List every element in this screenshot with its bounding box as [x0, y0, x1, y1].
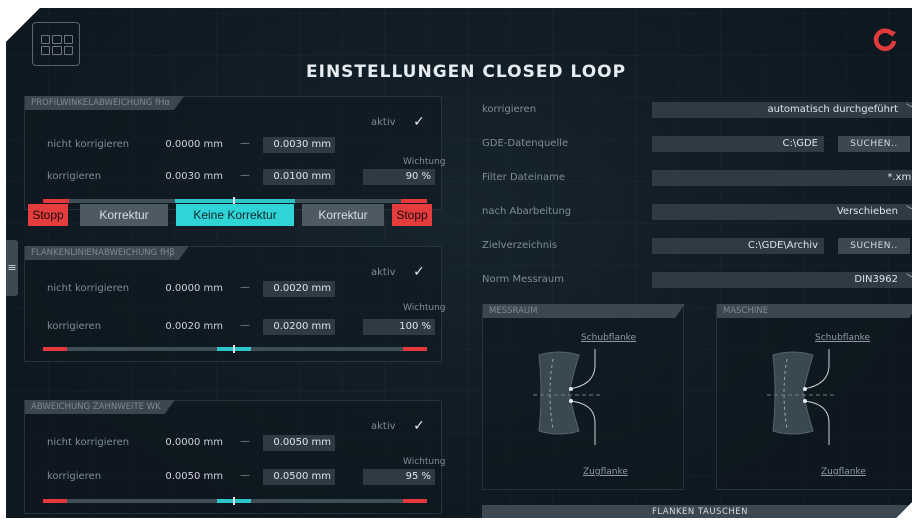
korrigieren-select[interactable]: automatisch durchgeführt ﹀: [652, 102, 912, 118]
range-to-input[interactable]: 0.0200 mm: [263, 319, 335, 335]
stopp-right-button[interactable]: Stopp: [392, 204, 432, 226]
row-label: korrigieren: [47, 321, 102, 332]
range-from: 0.0000 mm: [165, 283, 223, 294]
side-menu-tab[interactable]: ≡: [6, 240, 18, 296]
aktiv-checkbox[interactable]: ✓: [411, 418, 427, 434]
gde-source-input[interactable]: C:\GDE: [652, 136, 824, 152]
aktiv-label: aktiv: [371, 267, 396, 278]
range-dash: —: [240, 320, 250, 331]
aktiv-checkbox[interactable]: ✓: [411, 114, 427, 130]
range-to-input[interactable]: 0.0030 mm: [263, 137, 335, 153]
korrigieren-label: korrigieren: [482, 104, 537, 115]
weight-label: Wichtung: [403, 157, 446, 167]
maschine-panel: MASCHINE Schubflanke Zugflanke: [716, 304, 912, 490]
range-dash: —: [240, 470, 250, 481]
range-bar-ok: [175, 199, 295, 203]
aktiv-label: aktiv: [371, 117, 396, 128]
korrigieren-value: automatisch durchgeführt: [767, 104, 898, 115]
keine-korrektur-button[interactable]: Keine Korrektur: [176, 204, 294, 226]
range-dash: —: [240, 436, 250, 447]
range-to-input[interactable]: 0.0100 mm: [263, 169, 335, 185]
section-profilwinkel: PROFILWINKELABWEICHUNG fHα aktiv ✓ nicht…: [24, 96, 442, 210]
range-bar-center: [233, 497, 235, 505]
section-title: FLANKENLINIENABWEICHUNG fHβ: [25, 246, 189, 260]
brand-logo-icon: [872, 28, 898, 54]
range-dash: —: [240, 282, 250, 293]
norm-select[interactable]: DIN3962 ﹀: [652, 272, 912, 288]
menu-icon: ≡: [7, 261, 17, 274]
zugflanke-label: Zugflanke: [821, 467, 866, 477]
weight-input[interactable]: 90 %: [363, 169, 435, 185]
chevron-down-icon: ﹀: [906, 272, 912, 288]
row-label: korrigieren: [47, 471, 102, 482]
filter-input[interactable]: *.xml: [652, 170, 912, 186]
range-bar[interactable]: [43, 499, 427, 503]
weight-label: Wichtung: [403, 457, 446, 467]
row-label: nicht korrigieren: [47, 283, 130, 294]
range-to-input[interactable]: 0.0500 mm: [263, 469, 335, 485]
chevron-down-icon: ﹀: [906, 102, 912, 118]
section-zahnweite: ABWEICHUNG ZAHNWEITE WK aktiv ✓ nicht ko…: [24, 400, 442, 514]
post-processing-select[interactable]: Verschieben ﹀: [652, 204, 912, 220]
target-dir-search-button[interactable]: SUCHEN..: [838, 238, 910, 254]
norm-value: DIN3962: [854, 274, 898, 285]
range-bar[interactable]: [43, 199, 427, 203]
post-processing-label: nach Abarbeitung: [482, 206, 572, 217]
range-bar-center: [233, 345, 235, 353]
range-dash: —: [240, 138, 250, 149]
range-bar[interactable]: [43, 347, 427, 351]
weight-input[interactable]: 100 %: [363, 319, 435, 335]
range-from: 0.0000 mm: [165, 437, 223, 448]
aktiv-label: aktiv: [371, 421, 396, 432]
post-processing-value: Verschieben: [836, 206, 898, 217]
gear-tooth-diagram: [717, 305, 912, 491]
target-dir-input[interactable]: C:\GDE\Archiv: [652, 238, 824, 254]
gde-search-button[interactable]: SUCHEN..: [838, 136, 910, 152]
range-to-input[interactable]: 0.0050 mm: [263, 435, 335, 451]
range-bar-stop-left: [43, 347, 67, 351]
range-from: 0.0000 mm: [165, 139, 223, 150]
range-from: 0.0050 mm: [165, 471, 223, 482]
range-bar-stop-left: [43, 199, 69, 203]
section-flankenlinien: FLANKENLINIENABWEICHUNG fHβ aktiv ✓ nich…: [24, 246, 442, 362]
range-from: 0.0020 mm: [165, 321, 223, 332]
gde-source-label: GDE-Datenquelle: [482, 138, 569, 149]
aktiv-checkbox[interactable]: ✓: [411, 264, 427, 280]
range-bar-stop-right: [403, 347, 427, 351]
range-bar-stop-right: [401, 199, 427, 203]
norm-label: Norm Messraum: [482, 274, 564, 285]
korrektur-right-button[interactable]: Korrektur: [302, 204, 384, 226]
range-dash: —: [240, 170, 250, 181]
section-title: ABWEICHUNG ZAHNWEITE WK: [25, 400, 175, 414]
range-to-input[interactable]: 0.0020 mm: [263, 281, 335, 297]
zugflanke-label: Zugflanke: [583, 467, 628, 477]
messraum-panel: MESSRAUM Schubflanke Zugflanke: [482, 304, 684, 490]
app-window: EINSTELLUNGEN CLOSED LOOP ≡ PROFILWINKEL…: [6, 8, 912, 518]
section-title: PROFILWINKELABWEICHUNG fHα: [25, 96, 184, 110]
korrektur-left-button[interactable]: Korrektur: [80, 204, 168, 226]
row-label: korrigieren: [47, 171, 102, 182]
flanken-tauschen-button[interactable]: FLANKEN TAUSCHEN: [482, 505, 912, 518]
weight-input[interactable]: 95 %: [363, 469, 435, 485]
weight-label: Wichtung: [403, 303, 446, 313]
stopp-left-button[interactable]: Stopp: [28, 204, 68, 226]
gear-tooth-diagram: [483, 305, 685, 491]
row-label: nicht korrigieren: [47, 139, 130, 150]
chevron-down-icon: ﹀: [906, 204, 912, 220]
range-bar-stop-right: [403, 499, 427, 503]
range-bar-stop-left: [43, 499, 67, 503]
target-dir-label: Zielverzeichnis: [482, 240, 558, 251]
row-label: nicht korrigieren: [47, 437, 130, 448]
filter-label: Filter Dateiname: [482, 172, 565, 183]
range-from: 0.0030 mm: [165, 171, 223, 182]
page-title: EINSTELLUNGEN CLOSED LOOP: [306, 62, 627, 82]
grid-icon[interactable]: [32, 22, 80, 66]
